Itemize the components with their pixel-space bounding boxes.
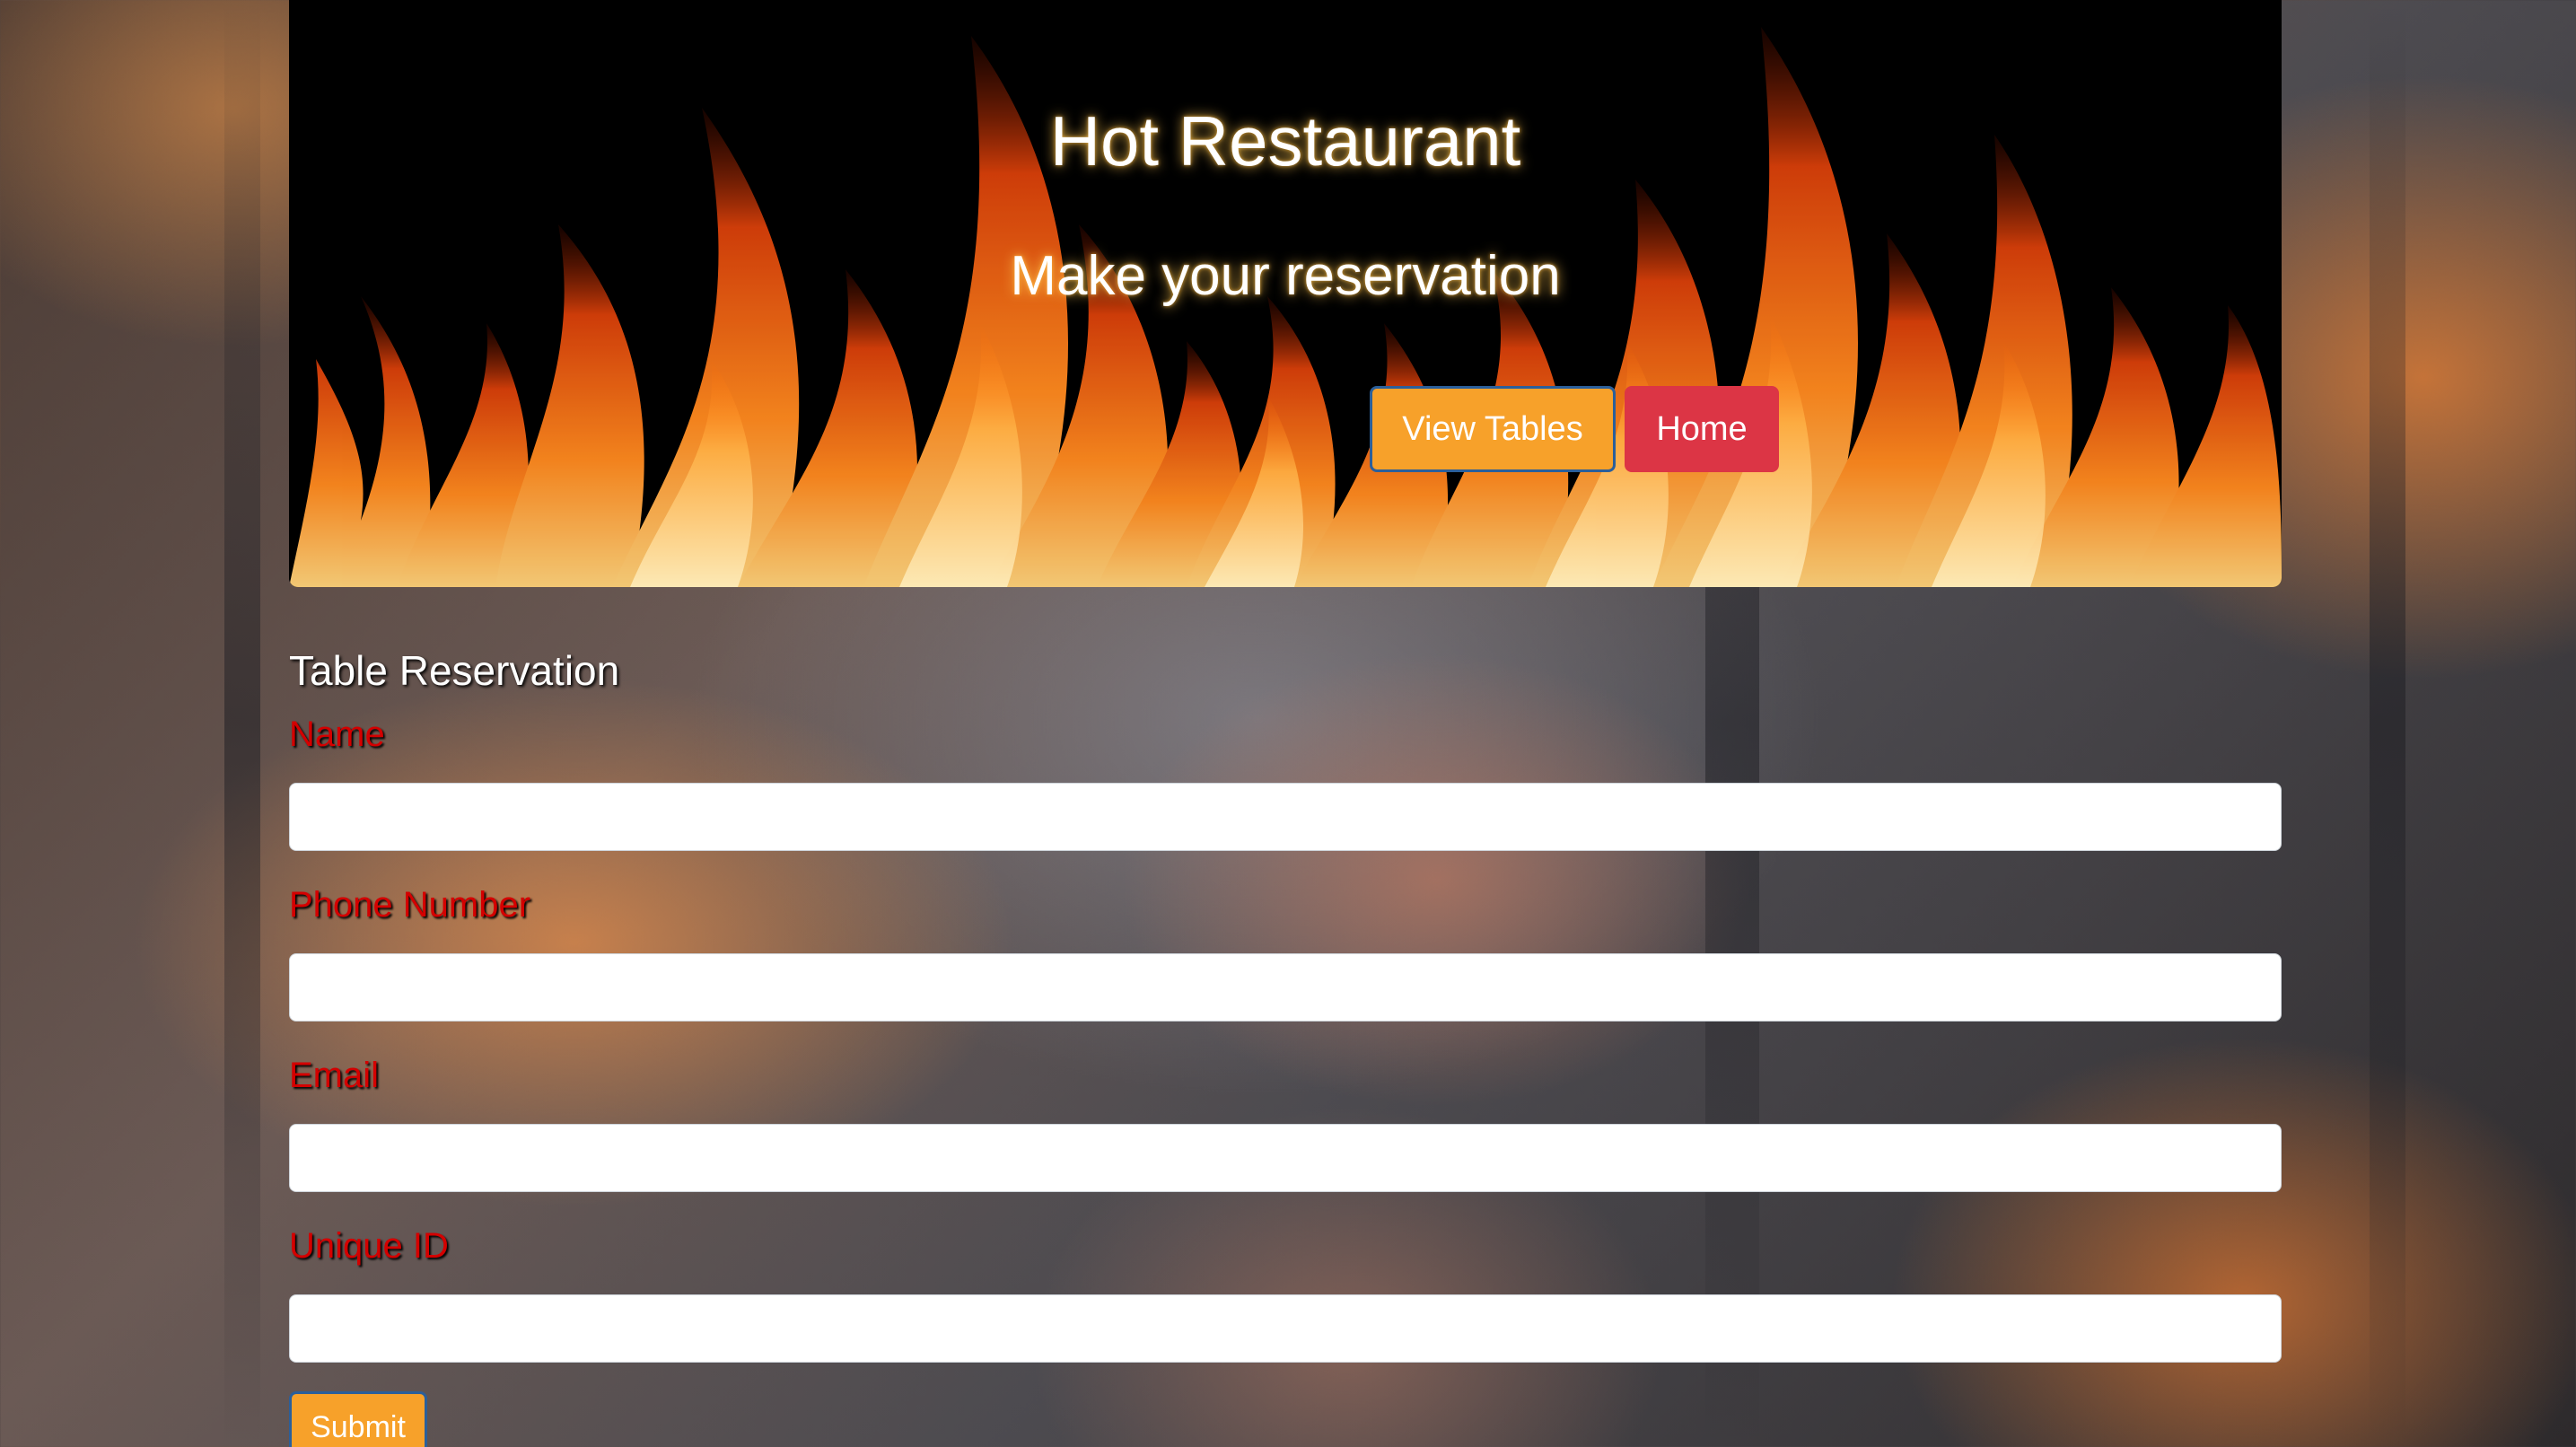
page-title: Hot Restaurant xyxy=(1049,101,1521,180)
header-jumbotron: Hot Restaurant Make your reservation Vie… xyxy=(289,0,2282,587)
view-tables-button[interactable]: View Tables xyxy=(1370,386,1616,472)
background-decoration xyxy=(224,0,260,1447)
form-heading: Table Reservation xyxy=(289,647,620,694)
unique-id-input[interactable] xyxy=(289,1294,2282,1363)
phone-number-label: Phone Number xyxy=(289,885,531,925)
submit-button[interactable]: Submit xyxy=(289,1391,427,1447)
email-input[interactable] xyxy=(289,1124,2282,1192)
background-decoration xyxy=(2370,0,2405,1447)
email-label: Email xyxy=(289,1056,380,1095)
unique-id-label: Unique ID xyxy=(289,1226,449,1266)
name-label: Name xyxy=(289,715,385,754)
home-button[interactable]: Home xyxy=(1625,386,1779,472)
name-input[interactable] xyxy=(289,783,2282,851)
page-subtitle: Make your reservation xyxy=(1010,245,1561,307)
phone-number-input[interactable] xyxy=(289,953,2282,1022)
